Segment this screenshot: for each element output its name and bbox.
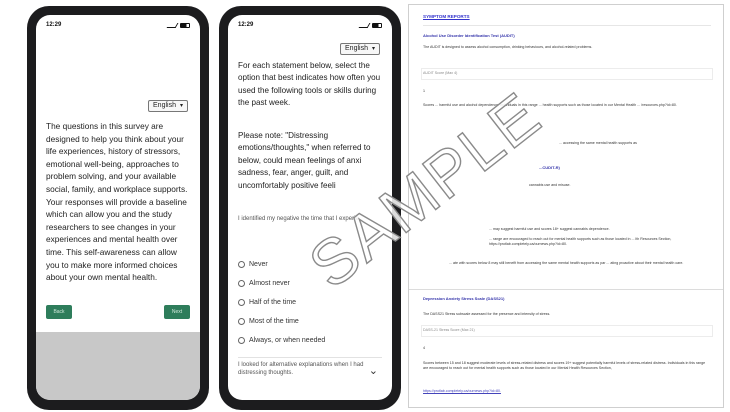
option-half-time[interactable]: Half of the time	[238, 293, 382, 312]
cudit-interpretation-3: ... ate with scores below 8 may still be…	[449, 261, 684, 265]
option-always[interactable]: Always, or when needed	[238, 331, 382, 350]
signal-icon	[358, 22, 371, 28]
phone-screen-question: 12:29 English ▾ For each statement below…	[228, 15, 392, 400]
language-select-value: English	[345, 45, 368, 52]
cudit-interpretation-1: ... may suggest harmful use and scores 1…	[489, 227, 610, 231]
back-button[interactable]: Back	[46, 305, 72, 319]
radio-button[interactable]	[238, 261, 245, 268]
option-label: Never	[249, 261, 268, 268]
audit-score-value: 1	[423, 89, 425, 93]
audit-heading: Alcohol Use Disorder Identification Test…	[423, 33, 515, 38]
status-bar: 12:29	[36, 15, 200, 35]
status-icons	[166, 22, 190, 28]
next-button[interactable]: Next	[164, 305, 190, 319]
phone-screen-intro: 12:29 English ▾ The questions in this su…	[36, 15, 200, 400]
dass-resources-link[interactable]: https://protlab.completely.ca/ournews.ph…	[423, 389, 711, 394]
instructions-text: For each statement below, select the opt…	[238, 61, 381, 108]
status-bar: 12:29	[228, 15, 392, 35]
section-separator	[409, 289, 723, 290]
option-almost-never[interactable]: Almost never	[238, 274, 382, 293]
radio-button[interactable]	[238, 299, 245, 306]
radio-button[interactable]	[238, 280, 245, 287]
answer-options: Never Almost never Half of the time Most…	[238, 255, 382, 350]
option-label: Half of the time	[249, 299, 297, 306]
audit-interpretation: Scores ... harmful use and alcohol depen…	[423, 103, 677, 107]
radio-button[interactable]	[238, 318, 245, 325]
dass-interpretation: Scores between 15 and 18 suggest moderat…	[423, 361, 706, 371]
audit-score-label: AUDIT Score (Max 4)	[423, 71, 458, 75]
next-question-text[interactable]: I looked for alternative explanations wh…	[238, 361, 366, 377]
dass-score-label: DASS-21 Stress Score (Max 21)	[423, 328, 475, 332]
audit-extra-text: ... accessing the same mental health sup…	[559, 141, 637, 145]
dass-score-value: 4	[423, 346, 425, 350]
report-title: SYMPTOM REPORTS	[423, 14, 470, 19]
dass-heading: Depression Anxiety Stress Scale (DASS21)	[423, 296, 505, 301]
language-select[interactable]: English ▾	[148, 100, 188, 112]
status-time: 12:29	[238, 22, 254, 28]
symptom-report-document: SYMPTOM REPORTS Alcohol Use Disorder Ide…	[408, 4, 724, 408]
language-select[interactable]: English ▾	[340, 43, 380, 55]
option-most-time[interactable]: Most of the time	[238, 312, 382, 331]
keyboard-placeholder-area	[36, 332, 200, 400]
phone-frame-question: 12:29 English ▾ For each statement below…	[219, 6, 401, 410]
language-select-value: English	[153, 102, 176, 109]
audit-description: The AUDIT is designed to assess alcohol …	[423, 45, 593, 49]
divider	[238, 357, 382, 358]
chevron-down-icon[interactable]: ⌄	[369, 364, 378, 377]
battery-icon	[180, 22, 190, 28]
phone-frame-intro: 12:29 English ▾ The questions in this su…	[27, 6, 209, 410]
dass-description: The DASS21 Stress subscale assessed for …	[423, 312, 551, 316]
status-icons	[358, 22, 382, 28]
divider	[423, 25, 711, 26]
option-label: Always, or when needed	[249, 337, 326, 344]
chevron-down-icon: ▾	[371, 46, 375, 52]
cudit-heading: ...CUDIT-R)	[539, 165, 560, 170]
option-label: Almost never	[249, 280, 290, 287]
cudit-description: cannabis use and misuse.	[529, 183, 571, 187]
battery-icon	[372, 22, 382, 28]
radio-button[interactable]	[238, 337, 245, 344]
option-label: Most of the time	[249, 318, 299, 325]
option-never[interactable]: Never	[238, 255, 382, 274]
question-text: I identified my negative the time that I…	[238, 216, 359, 222]
note-text: Please note: "Distressing emotions/thoug…	[238, 131, 371, 190]
chevron-down-icon: ▾	[179, 103, 183, 109]
survey-intro-text: The questions in this survey are designe…	[46, 121, 188, 283]
signal-icon	[166, 22, 179, 28]
status-time: 12:29	[46, 22, 62, 28]
cudit-interpretation-2: ... range are encouraged to reach out fo…	[489, 237, 672, 247]
